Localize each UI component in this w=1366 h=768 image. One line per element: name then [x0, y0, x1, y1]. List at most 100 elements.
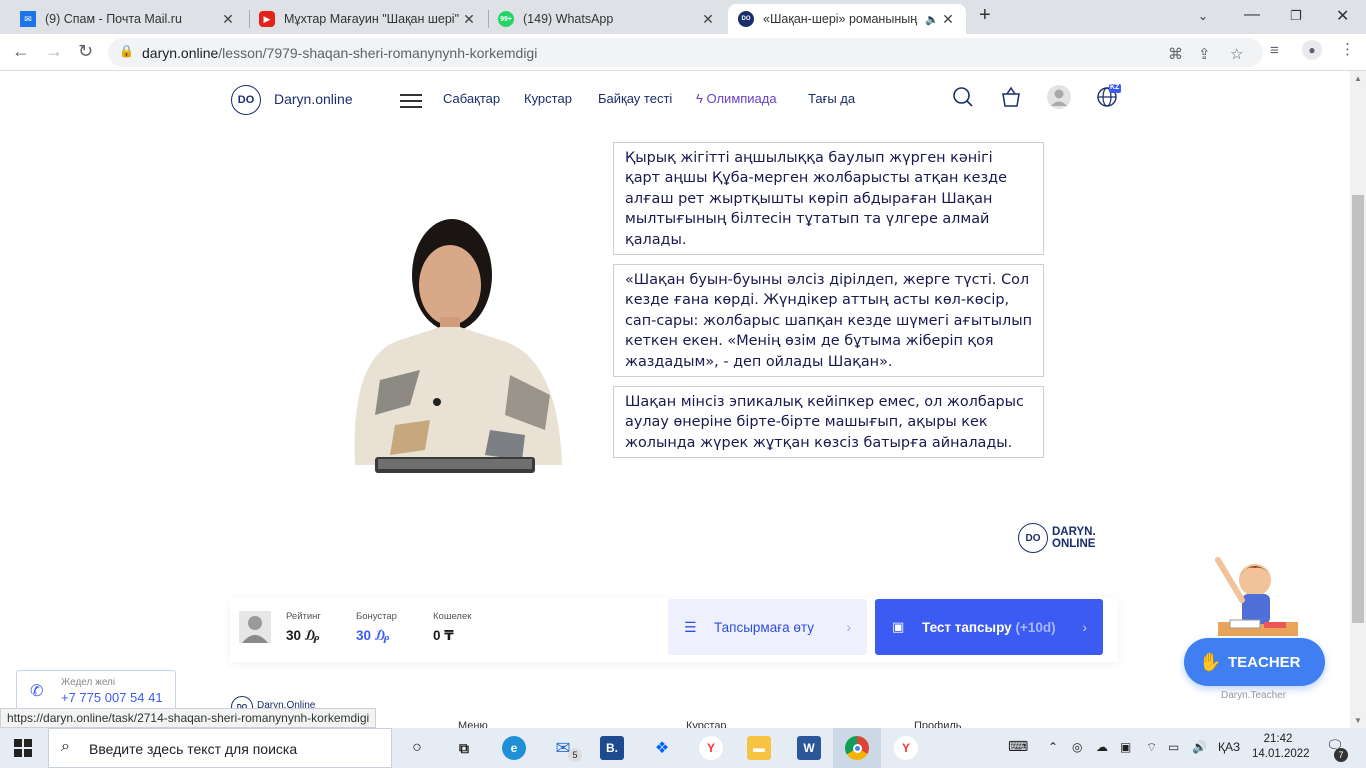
taskbar-search-field[interactable]: ⌕ Введите здесь текст для поиска	[48, 728, 392, 768]
lesson-text-card: «Шақан буын-буыны әлсіз дірілдеп, жерге …	[613, 264, 1044, 377]
language-globe-icon[interactable]: KZ	[1097, 84, 1121, 113]
tab-daryn[interactable]: DO «Шақан-шері» романының 🔈 ✕	[728, 4, 966, 34]
new-tab-icon[interactable]: +	[979, 4, 991, 27]
webcam-icon[interactable]: ◎	[1072, 740, 1082, 754]
url-field[interactable]: 🔒 daryn.online/lesson/7979-shaqan-sheri-…	[108, 38, 1263, 67]
go-to-task-button[interactable]: ☰ Тапсырмаға өту ›	[668, 599, 867, 655]
wifi-icon[interactable]: ⌔	[1146, 740, 1157, 755]
youtube-icon: ▶	[259, 11, 275, 27]
close-tab-icon[interactable]: ✕	[700, 11, 716, 28]
site-logo[interactable]: DO	[231, 85, 261, 115]
tab-search-icon[interactable]: ⌄	[1198, 9, 1208, 23]
b-app-icon[interactable]: B.	[600, 736, 624, 760]
close-tab-icon[interactable]: ✕	[220, 11, 236, 28]
forward-icon[interactable]: →	[45, 41, 63, 62]
battery-icon[interactable]: ▭	[1168, 740, 1179, 754]
chevron-right-icon: ›	[1082, 619, 1087, 635]
close-tab-icon[interactable]: ✕	[940, 11, 956, 28]
nav-lessons[interactable]: Сабақтар	[443, 91, 500, 106]
task-view-icon[interactable]: ⧉	[452, 736, 476, 760]
yandex-browser-icon[interactable]: Y	[894, 736, 918, 760]
back-icon[interactable]: ←	[12, 41, 30, 62]
nav-trial-test[interactable]: Байқау тесті	[598, 91, 672, 106]
keyboard-tray-icon[interactable]: ⌨	[1008, 738, 1028, 755]
do-logo-icon: DO	[1018, 523, 1048, 553]
close-tab-icon[interactable]: ✕	[461, 11, 477, 28]
nav-courses[interactable]: Курстар	[524, 91, 572, 106]
scroll-thumb[interactable]	[1352, 195, 1364, 623]
profile-icon[interactable]: ●	[1302, 40, 1322, 60]
translate-icon[interactable]: ⌘	[1168, 45, 1183, 63]
tab-mail[interactable]: ✉ (9) Спам - Почта Mail.ru ✕	[10, 4, 246, 34]
cart-icon[interactable]	[1001, 86, 1021, 113]
whatsapp-icon: 99+	[498, 11, 514, 27]
volume-icon[interactable]: 🔊	[1192, 740, 1207, 754]
lock-icon: 🔒	[119, 44, 134, 58]
chevron-right-icon: ›	[846, 619, 851, 635]
windows-taskbar: ⌕ Введите здесь текст для поиска ○ ⧉ e ✉…	[0, 728, 1366, 768]
file-explorer-icon[interactable]: ▬	[747, 736, 771, 760]
close-window-icon[interactable]: ✕	[1336, 6, 1349, 26]
minimize-icon[interactable]: —	[1244, 6, 1260, 24]
search-icon: ⌕	[61, 738, 70, 755]
tab-whatsapp[interactable]: 99+ (149) WhatsApp ✕	[488, 4, 726, 34]
share-icon[interactable]: ⇪	[1198, 45, 1211, 63]
rating-stat: Рейтинг 30 ₯	[286, 611, 321, 643]
teacher-boy-illustration	[1208, 548, 1303, 640]
browser-tab-bar: ✉ (9) Спам - Почта Mail.ru ✕ ▶ Мұхтар Ма…	[0, 0, 1366, 34]
lightning-icon: ϟ	[696, 91, 707, 106]
daryn-online-watermark: DO DARYN. ONLINE	[1018, 523, 1096, 553]
reload-icon[interactable]: ↻	[78, 41, 93, 62]
take-test-button[interactable]: ▣ Тест тапсыру (+10d) ›	[875, 599, 1103, 655]
defender-icon[interactable]: ▣	[1120, 740, 1131, 754]
bookmark-star-icon[interactable]: ☆	[1230, 45, 1243, 63]
lesson-text-card: Шақан мінсіз эпикалық кейіпкер емес, ол …	[613, 386, 1044, 458]
notification-badge: 7	[1334, 748, 1348, 762]
onedrive-icon[interactable]: ☁	[1096, 740, 1108, 754]
daryn-icon: DO	[738, 11, 754, 27]
bonus-stat: Бонустар 30 ₯	[356, 611, 397, 643]
cortana-icon[interactable]: ○	[405, 736, 429, 760]
dropbox-icon[interactable]: ❖	[650, 736, 674, 760]
scroll-down-icon[interactable]: ▼	[1354, 716, 1362, 725]
status-bar-url: https://daryn.online/task/2714-shaqan-sh…	[0, 708, 377, 728]
address-bar-row: ← → ↻ 🔒 daryn.online/lesson/7979-shaqan-…	[0, 34, 1366, 71]
clock[interactable]: 21:42 14.01.2022	[1252, 732, 1310, 762]
task-list-icon: ☰	[684, 618, 697, 635]
url-path: /lesson/7979-shaqan-sheri-romanynynh-kor…	[218, 45, 538, 61]
phone-icon: ✆	[30, 683, 44, 700]
hotline-widget[interactable]: ✆ Жедел желі +7 775 007 54 41	[16, 670, 176, 711]
test-icon: ▣	[892, 619, 905, 634]
page-scrollbar[interactable]: ▲ ▼	[1350, 71, 1366, 728]
edge-icon[interactable]: e	[502, 736, 526, 760]
mail-icon: ✉	[20, 11, 36, 27]
restore-icon[interactable]: ❐	[1290, 8, 1302, 24]
teacher-button[interactable]: ✋ TEACHER	[1184, 638, 1325, 686]
tab-youtube[interactable]: ▶ Мұхтар Мағауин "Шақан шері" | ✕	[249, 4, 487, 34]
speaker-icon[interactable]: 🔈	[924, 13, 940, 26]
search-icon[interactable]	[952, 86, 974, 113]
scroll-up-icon[interactable]: ▲	[1354, 74, 1362, 83]
site-name[interactable]: Daryn.online	[274, 91, 353, 107]
menu-kebab-icon[interactable]: ⋮	[1340, 40, 1355, 58]
wallet-stat: Кошелек 0 ₸	[433, 611, 472, 643]
lesson-text-card: Қырық жігітті аңшылыққа баулып жүрген кә…	[613, 142, 1044, 255]
language-indicator[interactable]: ҚАЗ	[1218, 740, 1240, 754]
reading-list-icon[interactable]: ≡	[1270, 42, 1279, 59]
chrome-icon[interactable]	[845, 736, 869, 760]
mail-badge: 5	[568, 748, 582, 762]
lesson-video-presenter[interactable]	[300, 205, 610, 495]
show-hidden-icons[interactable]: ⌃	[1048, 740, 1058, 754]
user-avatar	[239, 611, 271, 643]
nav-more[interactable]: Тағы да	[808, 91, 855, 106]
hotline-phone[interactable]: +7 775 007 54 41	[61, 690, 163, 705]
teacher-caption: Daryn.Teacher	[1221, 690, 1287, 701]
user-avatar-icon[interactable]	[1047, 85, 1071, 114]
lang-badge: KZ	[1110, 84, 1120, 91]
hamburger-menu-icon[interactable]	[400, 94, 422, 112]
yandex-icon[interactable]: Y	[699, 736, 723, 760]
nav-olympiad[interactable]: ϟ Олимпиада	[696, 91, 777, 106]
url-domain: daryn.online	[142, 45, 219, 61]
word-icon[interactable]: W	[797, 736, 821, 760]
windows-start-icon[interactable]	[14, 739, 32, 762]
